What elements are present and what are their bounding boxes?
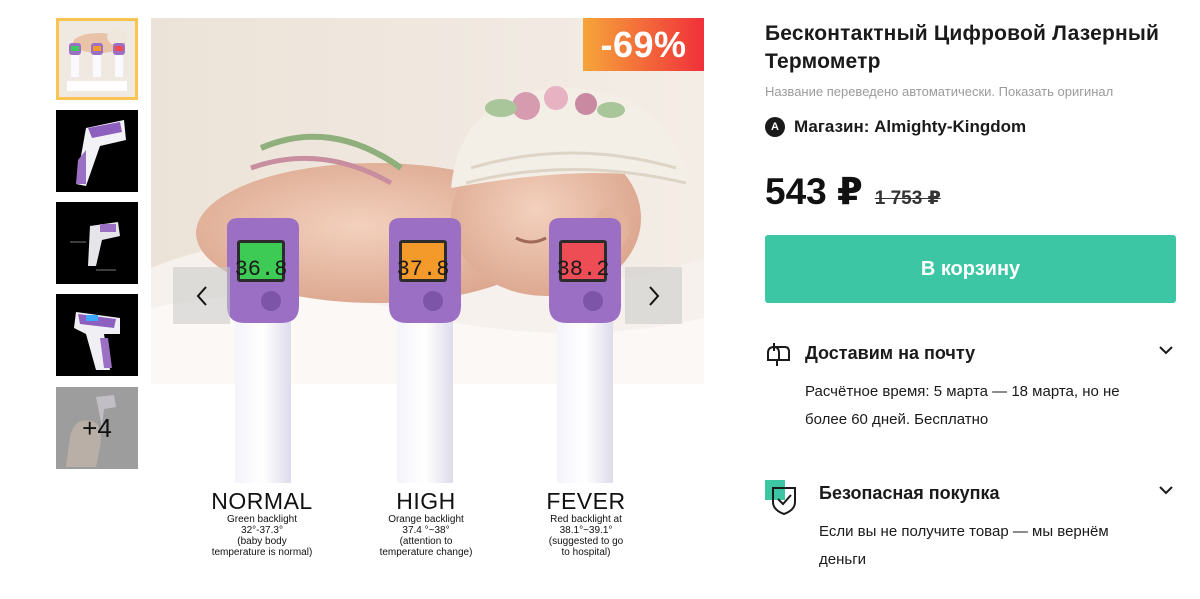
thumbnail-image — [56, 294, 138, 376]
thumbnail-more[interactable]: +4 — [56, 387, 138, 469]
thermometer-fever: 38.2 — [549, 218, 621, 483]
reading-fever: 38.2 — [557, 257, 610, 282]
current-price: 543 ₽ — [765, 171, 863, 212]
delivery-text: Расчётное время: 5 марта — 18 марта, но … — [805, 383, 1120, 428]
chevron-down-icon[interactable] — [1158, 484, 1174, 496]
caption-text: Orange backlight 37.4 °~38° (attention t… — [379, 514, 473, 558]
caption-fever: FEVER Red backlight at 38.1°~39.1° (sugg… — [521, 488, 651, 558]
mailbox-icon — [767, 343, 790, 366]
thumbnail-image — [59, 21, 135, 97]
delivery-title: Доставим на почту — [805, 343, 976, 363]
caption-title: HIGH — [396, 488, 456, 514]
gallery-prev-button[interactable] — [173, 267, 230, 324]
old-price: 1 753 ₽ — [874, 188, 941, 209]
protection-title: Безопасная покупка — [819, 483, 1000, 503]
shield-check-icon — [765, 480, 796, 516]
caption-title: NORMAL — [211, 488, 313, 514]
more-images-count: +4 — [56, 387, 138, 469]
discount-badge: -69% — [583, 18, 704, 71]
thumbnail-4[interactable] — [56, 294, 138, 376]
thermometer-high: 37.8 — [389, 218, 461, 483]
main-product-image: 36.8 37.8 38.2 NORMAL Green backlight 32… — [151, 18, 704, 570]
thumbnail-2[interactable] — [56, 110, 138, 192]
thumbnail-image — [56, 110, 138, 192]
shop-avatar: A — [765, 117, 785, 137]
thermometer-normal: 36.8 — [227, 218, 299, 483]
thumbnail-image — [56, 202, 138, 284]
chevron-down-icon[interactable] — [1158, 344, 1174, 356]
shop-label: Магазин: Almighty-Kingdom — [794, 117, 1027, 136]
reading-high: 37.8 — [397, 257, 450, 282]
price-block: 543 ₽ 1 753 ₽ — [765, 170, 941, 213]
product-title: Бесконтактный Цифровой Лазерный Термомет… — [765, 22, 1160, 73]
gallery-next-button[interactable] — [625, 267, 682, 324]
thumbnail-3[interactable] — [56, 202, 138, 284]
chevron-left-icon — [196, 285, 207, 306]
reading-normal: 36.8 — [235, 257, 288, 282]
chevron-right-icon — [648, 285, 659, 306]
caption-text: Red backlight at 38.1°~39.1° (suggested … — [548, 514, 624, 558]
protection-text: Если вы не получите товар — мы вернём де… — [819, 523, 1109, 568]
caption-normal: NORMAL Green backlight 32°-37.3° (baby b… — [197, 488, 327, 558]
add-to-cart-button[interactable]: В корзину — [765, 235, 1176, 303]
thumbnail-1[interactable] — [56, 18, 138, 100]
caption-high: HIGH Orange backlight 37.4 °~38° (attent… — [361, 488, 491, 558]
translation-note[interactable]: Название переведено автоматически. Показ… — [765, 84, 1113, 99]
caption-title: FEVER — [546, 488, 626, 514]
caption-text: Green backlight 32°-37.3° (baby body tem… — [211, 514, 313, 558]
shop-link[interactable]: A Магазин: Almighty-Kingdom — [765, 117, 1026, 137]
